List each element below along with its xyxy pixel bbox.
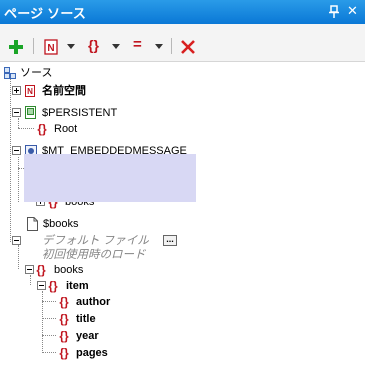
tree-item-persistent[interactable]: $PERSISTENT — [12, 105, 152, 121]
books-source-label: $books — [43, 218, 79, 230]
source-tree: ソース N 名前空間 $PERSISTENT {} Root $MT_EMBED… — [0, 0, 365, 370]
tree-item-namespaces[interactable]: N 名前空間 — [12, 83, 132, 99]
tree-item-books[interactable]: {} books — [25, 262, 115, 278]
tree-item-author[interactable]: {} author — [56, 294, 146, 310]
root-object-label: Root — [54, 123, 78, 135]
object-icon: {} — [59, 312, 69, 326]
file-icon — [27, 217, 38, 231]
persistent-data-icon — [25, 106, 36, 119]
tree-item-item[interactable]: {} item — [37, 278, 127, 294]
namespaces-label: 名前空間 — [42, 85, 86, 97]
tree-line — [42, 318, 56, 319]
collapse-icon[interactable] — [12, 108, 21, 117]
collapse-icon[interactable] — [12, 146, 21, 155]
expand-icon[interactable] — [12, 86, 21, 95]
persistent-label: $PERSISTENT — [42, 107, 118, 119]
tree-root-label: ソース — [20, 67, 53, 79]
tree-item-year[interactable]: {} year — [56, 328, 146, 344]
svg-text:N: N — [27, 87, 33, 96]
collapse-icon[interactable] — [12, 236, 21, 245]
namespace-icon: N — [25, 85, 35, 97]
tree-line — [42, 301, 56, 302]
object-icon: {} — [59, 329, 69, 343]
item-label: item — [66, 280, 89, 292]
books-label: books — [54, 264, 84, 276]
tree-line — [42, 352, 56, 353]
tree-line — [18, 128, 34, 129]
year-label: year — [76, 330, 99, 342]
tree-item-pages[interactable]: {} pages — [56, 345, 146, 361]
books-source-selection[interactable] — [24, 154, 196, 202]
load-on-first-use-hint: 初回使用時のロード — [42, 249, 146, 261]
browse-button[interactable]: ... — [163, 235, 177, 246]
object-icon: {} — [36, 263, 46, 277]
object-icon: {} — [48, 279, 58, 293]
object-icon: {} — [59, 295, 69, 309]
object-icon: {} — [59, 346, 69, 360]
tree-line — [18, 157, 19, 202]
tree-root[interactable]: ソース — [4, 65, 124, 81]
pages-label: pages — [76, 347, 108, 359]
tree-line — [18, 245, 19, 269]
tree-line — [10, 74, 11, 242]
tree-item-title[interactable]: {} title — [56, 311, 146, 327]
object-icon: {} — [37, 122, 47, 136]
title-label: title — [76, 313, 96, 325]
source-tree-icon — [4, 67, 16, 79]
tree-item-root-object[interactable]: {} Root — [34, 121, 114, 137]
tree-line — [42, 335, 56, 336]
author-label: author — [76, 296, 111, 308]
tree-item-books-source[interactable]: $books — [27, 216, 147, 232]
